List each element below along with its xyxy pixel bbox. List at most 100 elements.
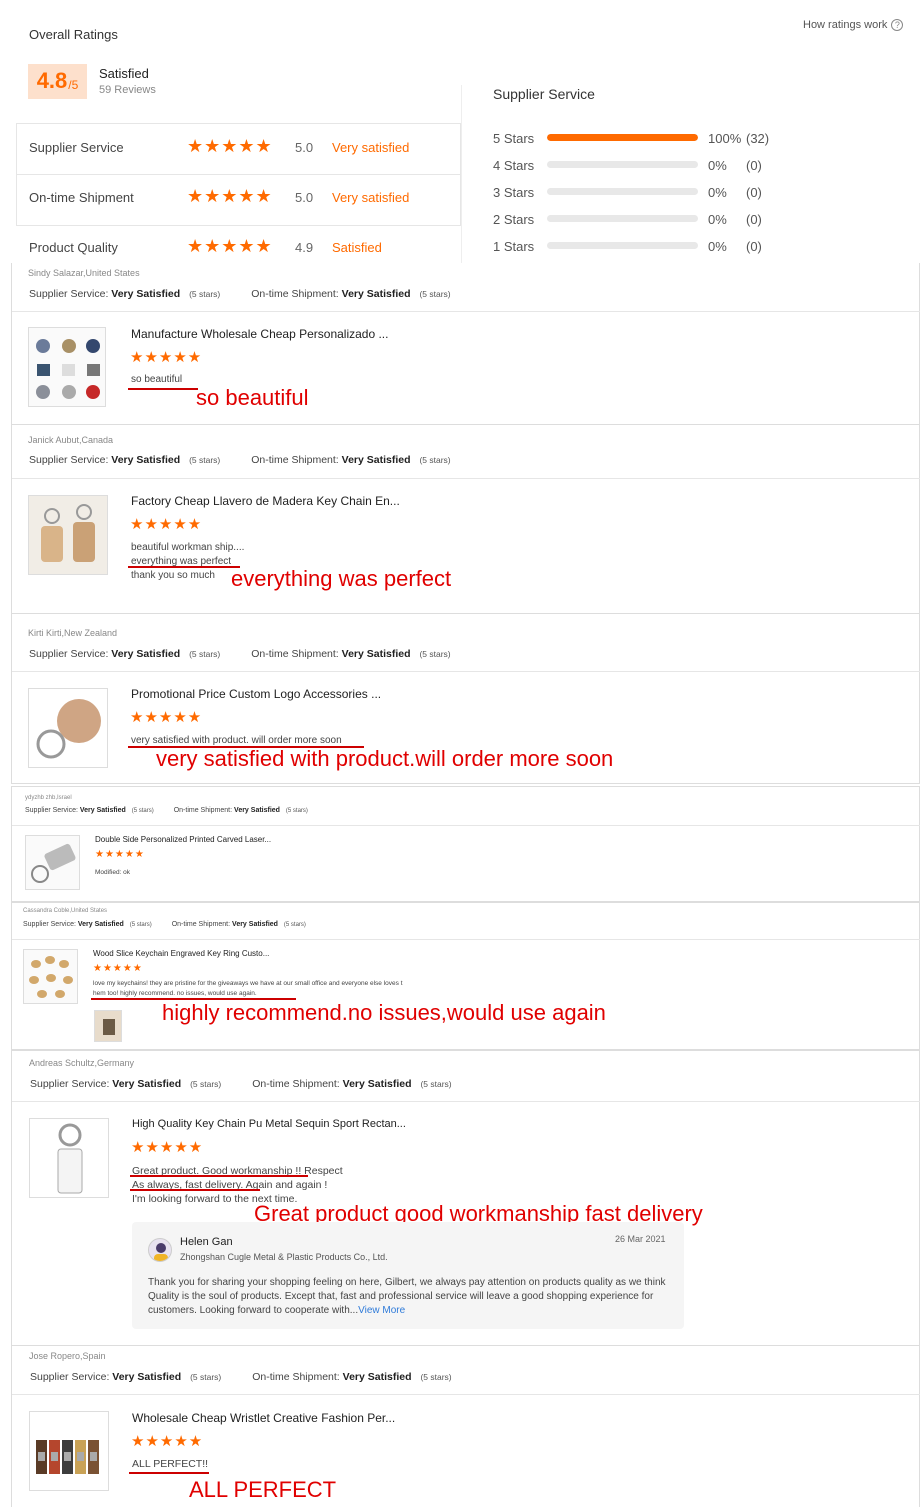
meta-stars: (5 stars): [419, 289, 451, 299]
product-thumbnail[interactable]: [23, 949, 78, 1004]
meta-stars: (5 stars): [419, 649, 451, 659]
wooden-keychain-image: [29, 496, 107, 574]
metric-score: 5.0: [295, 140, 314, 155]
dist-bar: [547, 134, 698, 141]
overall-score: 4.8: [36, 68, 68, 93]
review-text-line: beautiful workman ship....: [131, 542, 245, 553]
review-stars: ★★★★★: [131, 1432, 204, 1450]
dist-label: 2 Stars: [493, 212, 535, 227]
product-thumbnail[interactable]: [28, 495, 108, 575]
keychain-grid-image: [36, 339, 100, 399]
meta-value: Very Satisfied: [79, 807, 126, 814]
dist-count: (32): [746, 131, 770, 146]
metric-score: 5.0: [295, 190, 314, 205]
dist-bar: [547, 188, 698, 195]
overall-score-badge: 4.8/5: [28, 64, 87, 99]
meta-stars: (5 stars): [420, 1079, 452, 1089]
product-title-link[interactable]: Manufacture Wholesale Cheap Personalizad…: [131, 327, 388, 341]
reviewer-name: Janick Aubut,Canada: [28, 435, 114, 445]
meta-label: On-time Shipment:: [171, 921, 231, 928]
rectangle-keychain-image: [30, 1119, 108, 1197]
meta-value: Very Satisfied: [111, 454, 181, 466]
review-stars: ★★★★★: [95, 849, 145, 860]
annotation-underline: [129, 1472, 209, 1474]
dist-label: 1 Stars: [493, 239, 535, 254]
view-more-link[interactable]: View More: [358, 1305, 405, 1316]
meta-label: On-time Shipment:: [251, 648, 339, 660]
divider: [12, 939, 920, 940]
wood-slice-keychain-image: [29, 956, 73, 998]
metric-stars: ★★★★★: [187, 136, 273, 157]
review-meta: Supplier Service: Very Satisfied (5 star…: [29, 454, 451, 466]
product-thumbnail[interactable]: [28, 327, 106, 407]
review-text-line: Modified: ok: [95, 869, 131, 876]
meta-value: Very Satisfied: [342, 1078, 412, 1090]
reply-company: Zhongshan Cugle Metal & Plastic Products…: [180, 1252, 388, 1262]
product-title-link[interactable]: Wood Slice Keychain Engraved Key Ring Cu…: [93, 949, 269, 958]
review-stars: ★★★★★: [130, 515, 203, 533]
overall-ratings-title: Overall Ratings: [29, 27, 118, 42]
product-title-link[interactable]: Factory Cheap Llavero de Madera Key Chai…: [131, 494, 400, 508]
reviewer-name: ydyzhb zhb,Israel: [25, 795, 72, 801]
product-thumbnail[interactable]: [29, 1411, 109, 1491]
annotation-text: so beautiful: [196, 385, 309, 410]
overall-score-label: Satisfied: [99, 66, 149, 81]
product-title-link[interactable]: Double Side Personalized Printed Carved …: [95, 835, 271, 844]
summary-divider: [461, 85, 462, 263]
reply-date: 26 Mar 2021: [615, 1234, 666, 1244]
how-ratings-work-label: How ratings work: [803, 19, 888, 31]
review-stars: ★★★★★: [130, 708, 203, 726]
meta-stars: (5 stars): [189, 455, 221, 465]
reviewer-name: Andreas Schultz,Germany: [29, 1058, 135, 1068]
meta-stars: (5 stars): [285, 808, 308, 814]
meta-label: Supplier Service:: [29, 288, 109, 300]
meta-label: Supplier Service:: [23, 921, 76, 928]
meta-stars: (5 stars): [131, 808, 154, 814]
meta-value: Very Satisfied: [112, 1371, 182, 1383]
meta-value: Very Satisfied: [341, 288, 411, 300]
product-title-link[interactable]: Promotional Price Custom Logo Accessorie…: [131, 687, 381, 701]
product-thumbnail[interactable]: [25, 835, 80, 890]
product-title-link[interactable]: High Quality Key Chain Pu Metal Sequin S…: [132, 1118, 406, 1130]
divider: [12, 825, 920, 826]
metric-name: On-time Shipment: [29, 190, 134, 205]
dist-pct: 0%: [708, 212, 727, 227]
meta-label: Supplier Service:: [30, 1371, 110, 1383]
review-text-line: ALL PERFECT!!: [132, 1458, 209, 1470]
product-title-link[interactable]: Wholesale Cheap Wristlet Creative Fashio…: [132, 1411, 395, 1425]
reviewer-name: Jose Ropero,Spain: [29, 1351, 106, 1361]
divider: [12, 311, 920, 312]
dist-label: 3 Stars: [493, 185, 535, 200]
product-thumbnail[interactable]: [29, 1118, 109, 1198]
metric-score: 4.9: [295, 240, 314, 255]
reply-name: Helen Gan: [180, 1236, 233, 1248]
metric-text: Very satisfied: [332, 140, 410, 155]
review-card: [11, 786, 920, 902]
dist-label: 4 Stars: [493, 158, 535, 173]
reviewer-name: Sindy Salazar,United States: [28, 268, 140, 278]
review-meta: Supplier Service: Very Satisfied (5 star…: [29, 288, 451, 300]
review-meta: Supplier Service: Very Satisfied (5 star…: [23, 921, 306, 928]
metric-name: Product Quality: [29, 240, 118, 255]
how-ratings-work-link[interactable]: How ratings work ?: [803, 19, 904, 31]
meta-label: On-time Shipment:: [251, 454, 339, 466]
divider: [12, 478, 920, 479]
meta-label: On-time Shipment:: [173, 807, 233, 814]
meta-label: Supplier Service:: [25, 807, 78, 814]
reviewer-name: Cassandra Coble,United States: [23, 908, 108, 914]
dist-count: (0): [746, 239, 762, 254]
meta-value: Very Satisfied: [112, 1078, 182, 1090]
meta-stars: (5 stars): [420, 1372, 452, 1382]
review-photo[interactable]: [94, 1010, 122, 1042]
meta-stars: (5 stars): [190, 1079, 222, 1089]
meta-value: Very Satisfied: [341, 648, 411, 660]
meta-value: Very Satisfied: [234, 807, 280, 814]
reply-body: Thank you for sharing your shopping feel…: [148, 1276, 668, 1318]
meta-stars: (5 stars): [189, 649, 221, 659]
review-text-line: thank you so much: [131, 570, 215, 581]
review-stars: ★★★★★: [131, 1138, 204, 1156]
meta-stars: (5 stars): [189, 289, 221, 299]
meta-value: Very Satisfied: [342, 1371, 412, 1383]
product-thumbnail[interactable]: [28, 688, 108, 768]
metal-keychain-image: [31, 843, 76, 883]
